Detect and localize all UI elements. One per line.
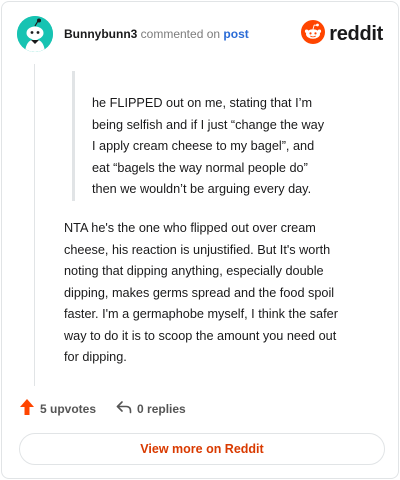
quoted-text: he FLIPPED out on me, stating that I’m b… [72, 71, 362, 201]
reply-button[interactable]: 0 replies [116, 400, 186, 419]
comment-body: NTA he's the one who flipped out over cr… [64, 218, 384, 369]
comment-actions: 5 upvotes 0 replies [19, 398, 186, 420]
view-more-button[interactable]: View more on Reddit [19, 433, 385, 465]
comment-line: NTA he's the one who flipped out over cr… [64, 221, 316, 235]
username-link[interactable]: Bunnybunn3 [64, 27, 137, 41]
reddit-logo[interactable]: reddit [301, 19, 383, 49]
quote-line: he FLIPPED out on me, stating that I’m [92, 96, 313, 110]
action-text: commented on [140, 27, 221, 41]
quote-line: then we wouldn’t be arguing every day. [92, 182, 312, 196]
reddit-comment-embed: Bunnybunn3 commented on post reddit he F… [1, 1, 399, 479]
comment-meta: Bunnybunn3 commented on post [64, 27, 249, 41]
upvote-button[interactable]: 5 upvotes [19, 398, 96, 421]
comment-line: noting that dipping anything, especially… [64, 264, 324, 278]
post-link[interactable]: post [223, 27, 248, 41]
reply-arrow-icon [116, 400, 132, 419]
upvote-arrow-icon [19, 398, 35, 421]
upvote-count: 5 upvotes [40, 402, 97, 416]
comment-line: for dipping. [64, 350, 127, 364]
comment-line: dipping, makes germs spread and the food… [64, 285, 335, 300]
reply-count: 0 replies [137, 402, 186, 416]
reddit-wordmark: reddit [329, 22, 383, 45]
quote-line: I apply cream cheese to my bagel”, and [92, 139, 315, 153]
thread-line [34, 64, 35, 386]
reddit-snoo-icon [301, 19, 326, 49]
comment-line: way to do it is to scoop the amount you … [64, 328, 337, 343]
comment-line: cheese, his reaction is unjustified. But… [64, 242, 331, 257]
user-avatar[interactable] [17, 16, 53, 52]
quote-line: being selfish and if I just “change the … [92, 117, 325, 132]
comment-header: Bunnybunn3 commented on post reddit [17, 16, 383, 52]
comment-line: faster. I'm a germaphobe myself, I think… [64, 307, 338, 321]
quote-line: eat “bagels the way normal people do” [92, 160, 308, 175]
